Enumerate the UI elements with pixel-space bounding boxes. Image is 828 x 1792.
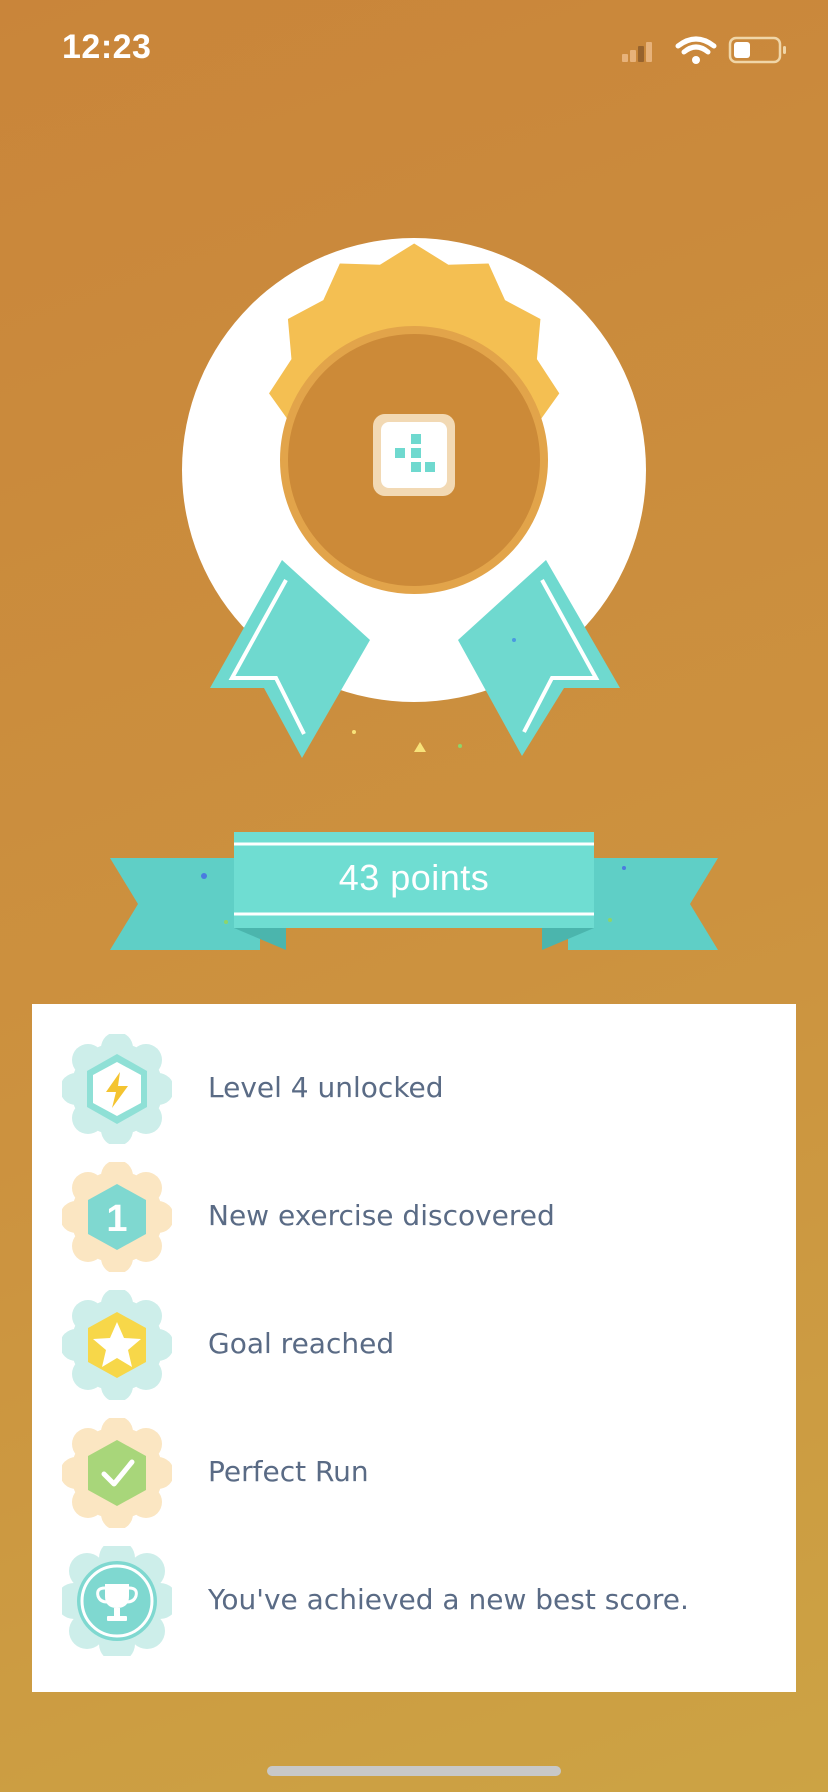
points-label: 43 points <box>338 857 490 898</box>
award-medal <box>182 238 646 758</box>
cellular-signal-icon <box>622 42 652 62</box>
list-item: Perfect Run <box>32 1408 796 1536</box>
list-item: 1 New exercise discovered <box>32 1152 796 1280</box>
status-icons <box>622 36 786 64</box>
lightning-icon <box>62 1034 172 1144</box>
achievements-list: Level 4 unlocked 1 New exercise discover… <box>32 1004 796 1692</box>
battery-icon <box>728 36 786 64</box>
status-time: 12:23 <box>62 28 152 66</box>
checkmark-icon <box>62 1418 172 1528</box>
achievement-label: New exercise discovered <box>208 1199 555 1232</box>
achievement-label: Perfect Run <box>208 1455 369 1488</box>
list-item: You've achieved a new best score. <box>32 1536 796 1664</box>
home-indicator[interactable] <box>267 1766 561 1776</box>
achievement-label: Goal reached <box>208 1327 395 1360</box>
number-one-icon: 1 <box>62 1162 172 1272</box>
achievement-label: Level 4 unlocked <box>208 1071 444 1104</box>
trophy-icon <box>62 1546 172 1656</box>
status-bar: 12:23 <box>0 0 828 100</box>
star-icon <box>62 1290 172 1400</box>
svg-text:1: 1 <box>106 1198 127 1240</box>
grid-blocks-icon <box>373 414 455 496</box>
achievement-label: You've achieved a new best score. <box>208 1583 689 1616</box>
wifi-icon <box>675 36 717 64</box>
list-item: Goal reached <box>32 1280 796 1408</box>
list-item: Level 4 unlocked <box>32 1024 796 1152</box>
